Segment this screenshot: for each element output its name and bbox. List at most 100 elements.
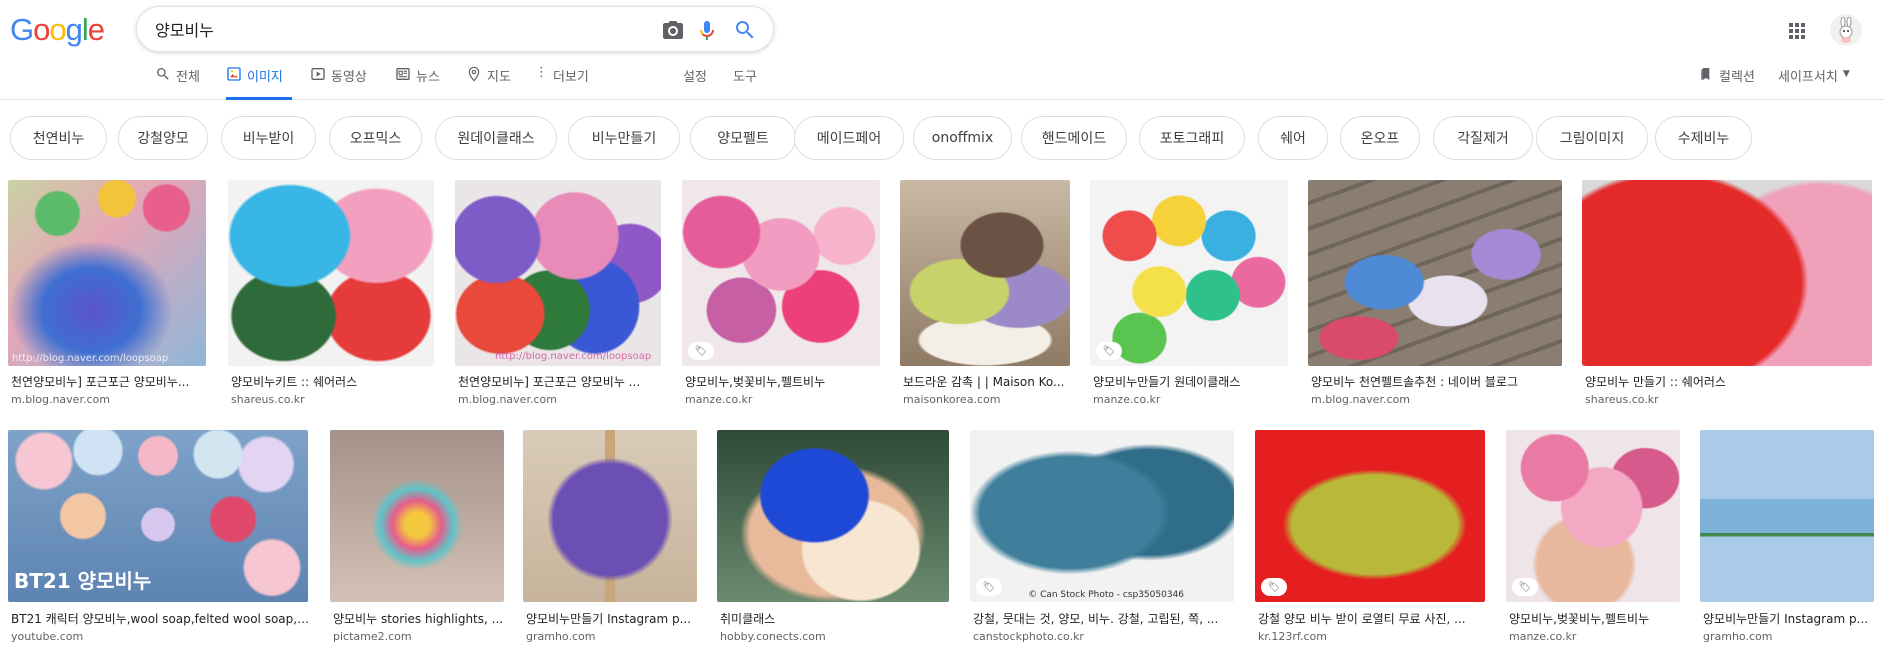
- image-result[interactable]: 양모비누키트 :: 쉐어러스 shareus.co.kr: [228, 180, 434, 410]
- settings-link[interactable]: 설정: [683, 66, 707, 100]
- result-title[interactable]: 양모비누,벚꽃비누,펠트비누: [1509, 610, 1683, 627]
- thumbnail-image: 🏷: [682, 180, 880, 366]
- tab-videos[interactable]: 동영상: [310, 66, 367, 100]
- result-title[interactable]: 강철 양모 비누 받이 로열티 무료 사진, ...: [1258, 610, 1488, 627]
- thumbnail-image: http://blog.naver.com/loopsoap: [8, 180, 206, 366]
- settings-label: 설정: [683, 70, 707, 85]
- search-icon[interactable]: [733, 18, 757, 42]
- image-result[interactable]: 양모비누 만들기 :: 쉐어러스 shareus.co.kr: [1582, 180, 1872, 410]
- result-domain: pictame2.com: [333, 630, 412, 643]
- tab-label: 이미지: [247, 70, 283, 85]
- safesearch-dropdown[interactable]: 세이프서치 ▼: [1778, 66, 1850, 100]
- product-tag-icon: 🏷: [1512, 578, 1538, 596]
- chip[interactable]: 양모펠트: [690, 116, 796, 160]
- image-result[interactable]: 🏷 © Can Stock Photo - csp35050346 강철, 뭇대…: [970, 430, 1234, 655]
- result-title[interactable]: 천연양모비누] 포근포근 양모비누 ...: [458, 373, 664, 390]
- tab-news[interactable]: 뉴스: [395, 66, 440, 100]
- image-result[interactable]: 양모비누 stories highlights, ... pictame2.co…: [330, 430, 504, 655]
- google-logo[interactable]: Google: [10, 12, 105, 48]
- result-title[interactable]: 양모비누키트 :: 쉐어러스: [231, 373, 437, 390]
- thumbnail-image: [1308, 180, 1562, 366]
- result-title[interactable]: 양모비누 만들기 :: 쉐어러스: [1585, 373, 1875, 390]
- image-result[interactable]: 🏷 양모비누만들기 원데이클래스 manze.co.kr: [1090, 180, 1288, 410]
- result-domain: gramho.com: [526, 630, 596, 643]
- image-result[interactable]: 양모비누만들기 Instagram p... gramho.com: [1700, 430, 1874, 655]
- thumbnail-image: [330, 430, 504, 602]
- chip[interactable]: 쉐어: [1258, 116, 1328, 160]
- safesearch-label: 세이프서치: [1778, 70, 1838, 85]
- result-title[interactable]: 양모비누 천연펠트솔추천 : 네이버 블로그: [1311, 373, 1565, 390]
- tab-label: 더보기: [553, 70, 589, 85]
- tools-link[interactable]: 도구: [733, 66, 757, 100]
- tab-label: 지도: [487, 70, 511, 85]
- thumbnail-image: [228, 180, 434, 366]
- avatar[interactable]: [1830, 14, 1862, 46]
- result-domain: shareus.co.kr: [231, 393, 305, 406]
- tab-all[interactable]: 전체: [155, 66, 200, 100]
- result-domain: manze.co.kr: [685, 393, 753, 406]
- search-input[interactable]: [155, 17, 625, 41]
- result-domain: shareus.co.kr: [1585, 393, 1659, 406]
- result-domain: youtube.com: [11, 630, 84, 643]
- chip[interactable]: 그림이미지: [1536, 116, 1648, 160]
- image-result[interactable]: http://blog.naver.com/loopsoap 천연양모비누] 포…: [8, 180, 206, 410]
- chip[interactable]: 비누만들기: [568, 116, 680, 160]
- chip[interactable]: 포토그래피: [1139, 116, 1245, 160]
- image-result[interactable]: http://blog.naver.com/loopsoap 천연양모비누] 포…: [455, 180, 661, 410]
- product-tag-icon: 🏷: [1261, 578, 1287, 596]
- bookmark-icon: [1701, 68, 1710, 80]
- chip[interactable]: onoffmix: [913, 116, 1012, 160]
- collections-link[interactable]: 컬렉션: [1698, 66, 1755, 100]
- thumbnail-image: [717, 430, 949, 602]
- chip[interactable]: 비누받이: [221, 116, 316, 160]
- thumbnail-image: 🏷 © Can Stock Photo - csp35050346: [970, 430, 1234, 602]
- chip[interactable]: 오프믹스: [329, 116, 422, 160]
- tab-images[interactable]: 이미지: [226, 66, 292, 100]
- search-box: [136, 6, 774, 52]
- chip[interactable]: 강철양모: [118, 116, 208, 160]
- collections-label: 컬렉션: [1719, 70, 1755, 85]
- result-title[interactable]: 양모비누만들기 Instagram p...: [526, 610, 700, 627]
- result-domain: maisonkorea.com: [903, 393, 1001, 406]
- result-domain: hobby.conects.com: [720, 630, 826, 643]
- image-result[interactable]: 보드라운 감촉 | | Maison Ko... maisonkorea.com: [900, 180, 1070, 410]
- microphone-icon[interactable]: [695, 18, 719, 42]
- image-icon: [227, 67, 241, 81]
- result-title[interactable]: 보드라운 감촉 | | Maison Ko...: [903, 373, 1073, 390]
- result-domain: m.blog.naver.com: [1311, 393, 1410, 406]
- chip[interactable]: 온오프: [1340, 116, 1420, 160]
- camera-icon[interactable]: [661, 18, 685, 42]
- result-domain: manze.co.kr: [1093, 393, 1161, 406]
- chip[interactable]: 메이드페어: [794, 116, 904, 160]
- image-result[interactable]: 양모비누 천연펠트솔추천 : 네이버 블로그 m.blog.naver.com: [1308, 180, 1562, 410]
- chip[interactable]: 핸드메이드: [1021, 116, 1127, 160]
- image-result[interactable]: 🏷 양모비누,벚꽃비누,펠트비누 manze.co.kr: [682, 180, 880, 410]
- apps-grid-icon[interactable]: [1785, 19, 1809, 43]
- result-title[interactable]: 천연양모비누] 포근포근 양모비누...: [11, 373, 209, 390]
- chip[interactable]: 각질제거: [1433, 116, 1533, 160]
- thumbnail-image: 🏷: [1506, 430, 1680, 602]
- result-title[interactable]: BT21 캐릭터 양모비누,wool soap,felted wool soap…: [11, 610, 311, 627]
- product-tag-icon: 🏷: [1096, 342, 1122, 360]
- related-chips: 천연비누 강철양모 비누받이 오프믹스 원데이클래스 비누만들기 양모펠트 메이…: [0, 116, 1884, 162]
- product-tag-icon: 🏷: [976, 578, 1002, 596]
- tab-more[interactable]: ⋮ 더보기: [535, 66, 589, 100]
- chip[interactable]: 원데이클래스: [435, 116, 557, 160]
- image-result[interactable]: 양모비누만들기 Instagram p... gramho.com: [523, 430, 697, 655]
- result-title[interactable]: 양모비누만들기 원데이클래스: [1093, 373, 1291, 390]
- result-title[interactable]: 양모비누만들기 Instagram p...: [1703, 610, 1877, 627]
- image-result[interactable]: 🏷 양모비누,벚꽃비누,펠트비누 manze.co.kr: [1506, 430, 1680, 655]
- rabbit-icon: [1839, 17, 1853, 43]
- image-result[interactable]: 취미클래스 hobby.conects.com: [717, 430, 949, 655]
- tab-maps[interactable]: 지도: [466, 66, 511, 100]
- result-domain: m.blog.naver.com: [458, 393, 557, 406]
- result-domain: m.blog.naver.com: [11, 393, 110, 406]
- chip[interactable]: 천연비누: [10, 116, 107, 160]
- image-result[interactable]: BT21 양모비누 BT21 캐릭터 양모비누,wool soap,felted…: [8, 430, 311, 655]
- result-title[interactable]: 양모비누 stories highlights, ...: [333, 610, 507, 627]
- result-title[interactable]: 취미클래스: [720, 610, 952, 627]
- image-result[interactable]: 🏷 강철 양모 비누 받이 로열티 무료 사진, ... kr.123rf.co…: [1255, 430, 1485, 655]
- result-title[interactable]: 양모비누,벚꽃비누,펠트비누: [685, 373, 883, 390]
- result-title[interactable]: 강철, 뭇대는 것, 양모, 비누. 강철, 고립된, 쪽, ...: [973, 610, 1237, 627]
- chip[interactable]: 수제비누: [1655, 116, 1752, 160]
